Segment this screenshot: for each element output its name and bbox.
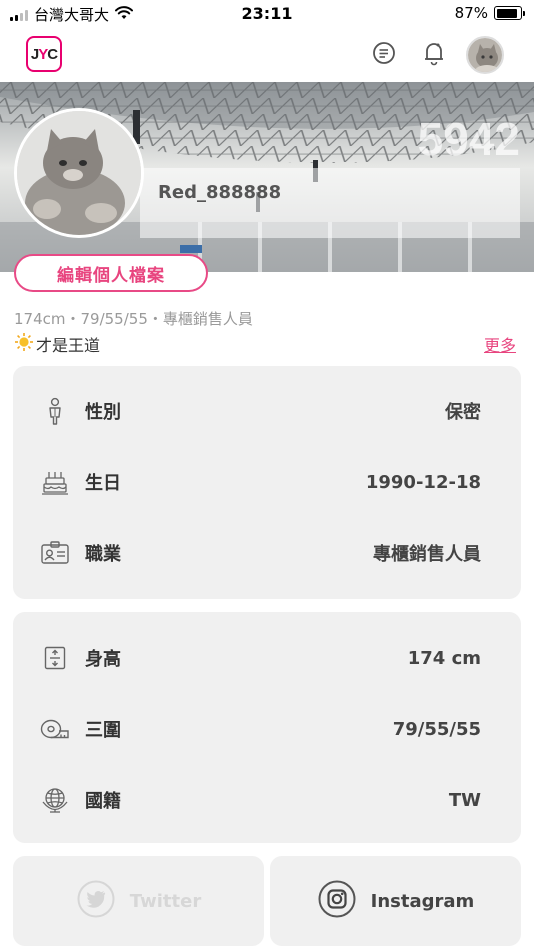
info-label: 性別 — [85, 402, 121, 423]
info-label: 三圍 — [85, 720, 121, 741]
info-value: 保密 — [445, 402, 481, 423]
battery-percent: 87% — [454, 4, 488, 22]
person-icon — [39, 395, 71, 427]
info-row-birthday: 生日 1990-12-18 — [13, 462, 521, 502]
profile-username: Red_888888 — [158, 182, 282, 203]
instagram-icon — [317, 879, 357, 923]
profile-bio: 才是王道 — [14, 332, 100, 356]
body-info-card: 身高 174 cm 三圍 79/55/55 國籍 TW — [13, 612, 521, 843]
twitter-icon — [76, 879, 116, 923]
info-value: TW — [448, 789, 481, 811]
info-value: 174 cm — [407, 647, 481, 669]
id-card-icon — [39, 537, 71, 569]
info-row-gender: 性別 保密 — [13, 391, 521, 431]
sun-icon — [14, 332, 34, 356]
info-value: 79/55/55 — [392, 718, 481, 740]
twitter-button[interactable]: Twitter — [13, 856, 264, 946]
info-row-height: 身高 174 cm — [13, 638, 521, 678]
edit-profile-button[interactable]: 編輯個人檔案 — [14, 254, 208, 292]
height-icon — [39, 642, 71, 674]
info-value: 1990-12-18 — [365, 471, 481, 493]
tape-measure-icon — [39, 713, 71, 745]
profile-meta: 174cm・79/55/55・專櫃銷售人員 — [14, 310, 253, 328]
user-avatar[interactable] — [466, 36, 504, 74]
twitter-label: Twitter — [129, 890, 202, 912]
more-link[interactable]: 更多 — [484, 332, 516, 356]
logo-letter-c: C — [47, 45, 58, 63]
info-label: 身高 — [85, 649, 121, 670]
info-row-nationality: 國籍 TW — [13, 780, 521, 820]
logo-letter-y: Y — [38, 45, 48, 63]
instagram-label: Instagram — [370, 890, 475, 912]
globe-icon — [39, 784, 71, 816]
instagram-button[interactable]: Instagram — [270, 856, 521, 946]
banner-view-count: 5942 — [417, 113, 520, 165]
status-right: 87% — [454, 4, 525, 22]
profile-avatar[interactable] — [14, 108, 144, 238]
info-label: 國籍 — [85, 791, 121, 812]
bio-text: 才是王道 — [36, 336, 101, 355]
basic-info-card: 性別 保密 生日 1990-12-18 職業 專櫃銷售人員 — [13, 366, 521, 599]
app-logo[interactable]: JYC — [26, 36, 62, 72]
name-overlay — [140, 168, 520, 238]
info-value: 專櫃銷售人員 — [373, 544, 481, 565]
status-bar: 台灣大哥大 23:11 87% — [0, 0, 534, 28]
notification-bell-icon[interactable] — [421, 40, 447, 66]
app-header: JYC — [0, 28, 534, 82]
logo-letter-j: J — [30, 45, 39, 63]
battery-icon — [494, 6, 525, 20]
info-label: 職業 — [85, 544, 121, 565]
info-row-measurements: 三圍 79/55/55 — [13, 709, 521, 749]
birthday-cake-icon — [39, 466, 71, 498]
info-label: 生日 — [85, 473, 121, 494]
info-row-occupation: 職業 專櫃銷售人員 — [13, 533, 521, 573]
chat-icon[interactable] — [371, 40, 397, 66]
